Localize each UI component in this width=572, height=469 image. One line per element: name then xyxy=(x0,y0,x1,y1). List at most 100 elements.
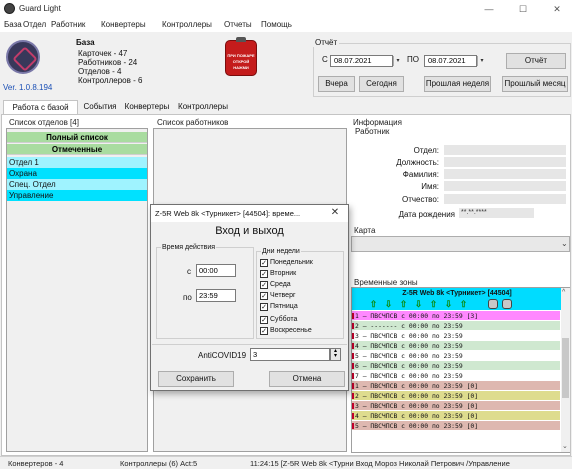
arrow-down-icon[interactable]: ⇩ xyxy=(414,300,423,309)
anticovid-label: AntiCOVID19 xyxy=(198,351,247,360)
to-date-dropdown-icon[interactable]: ▾ xyxy=(477,56,486,66)
timezone-row[interactable]: 3 – ПВСЧПСВ с 00:00 по 23:59 [0] xyxy=(352,401,560,411)
info-label-birthdate: Дата рождения xyxy=(398,210,455,219)
yesterday-button[interactable]: Вчера xyxy=(318,76,355,92)
timezone-row[interactable]: 2 – ------- с 00:00 по 23:59 xyxy=(352,321,560,331)
timezone-row[interactable]: 4 – ПВСЧПСВ с 00:00 по 23:59 xyxy=(352,341,560,351)
weekday-label: Вторник xyxy=(270,270,297,277)
tab-controllers[interactable]: Контроллеры xyxy=(174,100,232,114)
info-label-firstname: Имя: xyxy=(421,182,439,191)
info-label-patronymic: Отчество: xyxy=(402,195,439,204)
info-label-department: Отдел: xyxy=(413,146,439,155)
checkbox-thursday[interactable]: ✓ xyxy=(260,292,268,300)
weekday-label: Воскресенье xyxy=(270,327,312,334)
timezone-row[interactable]: 2 – ПВСЧПСВ с 00:00 по 23:59 [0] xyxy=(352,391,560,401)
timezone-row[interactable]: 3 – ПВСЧПСВ с 00:00 по 23:59 xyxy=(352,331,560,341)
checkbox-wednesday[interactable]: ✓ xyxy=(260,281,268,289)
workers-caption: Список работников xyxy=(157,118,229,127)
action-time-title: Время действия xyxy=(161,244,217,251)
from-date-dropdown-icon[interactable]: ▾ xyxy=(393,56,402,66)
checkbox-tuesday[interactable]: ✓ xyxy=(260,270,268,278)
timezone-row[interactable]: 4 – ПВСЧПСВ с 00:00 по 23:59 [0] xyxy=(352,411,560,421)
department-item[interactable]: Отдел 1 xyxy=(7,157,147,168)
time-to-label: по xyxy=(183,293,192,302)
timezone-row[interactable]: 6 – ПВСЧПСВ с 00:00 по 23:59 xyxy=(352,361,560,371)
window-title: Guard Light xyxy=(19,4,61,13)
report-button[interactable]: Отчёт xyxy=(506,53,566,69)
version-label: Ver. 1.0.8.194 xyxy=(3,83,53,92)
menu-reports[interactable]: Отчеты xyxy=(224,20,252,29)
timezones-scroll-thumb[interactable] xyxy=(562,338,569,398)
map-chevron-down-icon[interactable]: ⌄ xyxy=(561,239,568,248)
time-from-label: с xyxy=(187,267,191,276)
timezone-row[interactable]: 1 – ПВСЧПСВ с 00:00 по 23:59 [0] xyxy=(352,381,560,391)
full-list-button[interactable]: Полный список xyxy=(7,132,147,143)
report-from-date[interactable]: 08.07.2021 xyxy=(330,55,393,67)
map-select[interactable] xyxy=(351,236,570,252)
last-week-button[interactable]: Прошлая неделя xyxy=(424,76,491,92)
report-to-date[interactable]: 08.07.2021 xyxy=(424,55,477,67)
tab-converters[interactable]: Конвертеры xyxy=(121,100,173,114)
weekdays-title: Дни недели xyxy=(261,248,301,255)
square-button-icon[interactable] xyxy=(502,299,512,309)
info-value-firstname xyxy=(444,181,566,191)
timezones-controller-name: Z-5R Web 8k <Турникет> [44504] xyxy=(402,290,512,297)
dialog-close-button[interactable]: ✕ xyxy=(327,206,343,220)
timezone-row[interactable]: 7 – ПВСЧПСВ с 00:00 по 23:59 xyxy=(352,371,560,381)
today-button[interactable]: Сегодня xyxy=(359,76,404,92)
info-value-birthdate: **.**.**** xyxy=(459,208,534,218)
arrow-up-icon[interactable]: ⇧ xyxy=(429,300,438,309)
close-button[interactable]: ✕ xyxy=(546,2,568,16)
department-item[interactable]: Спец. Отдел xyxy=(7,179,147,190)
time-from-input[interactable]: 00:00 xyxy=(196,264,236,277)
timezone-row[interactable]: 1 – ПВСЧПСВ с 00:00 по 23:59 [3] xyxy=(352,311,560,321)
report-group-title: Отчёт xyxy=(313,38,340,47)
weekday-label: Суббота xyxy=(270,316,298,323)
checkbox-sunday[interactable]: ✓ xyxy=(260,327,268,335)
cancel-button[interactable]: Отмена xyxy=(269,371,345,387)
menu-help[interactable]: Помощь xyxy=(261,20,292,29)
info-value-patronymic xyxy=(444,194,566,204)
arrow-down-icon[interactable]: ⇩ xyxy=(384,300,393,309)
menu-controllers[interactable]: Контроллеры xyxy=(162,20,212,29)
menu-converters[interactable]: Конвертеры xyxy=(101,20,146,29)
last-month-button[interactable]: Прошлый месяц xyxy=(502,76,568,92)
guard-logo xyxy=(6,40,40,74)
scroll-up-icon[interactable]: ^ xyxy=(562,289,565,296)
menu-database[interactable]: База xyxy=(4,20,22,29)
minimize-button[interactable]: — xyxy=(478,2,500,16)
weekday-label: Четверг xyxy=(270,292,296,299)
scroll-down-icon[interactable]: ⌄ xyxy=(562,442,568,450)
save-button[interactable]: Сохранить xyxy=(158,371,234,387)
checkbox-saturday[interactable]: ✓ xyxy=(260,316,268,324)
checkbox-monday[interactable]: ✓ xyxy=(260,259,268,267)
anticovid-spinner-icon[interactable]: ▴ ▾ xyxy=(330,348,341,361)
info-label-position: Должность: xyxy=(396,158,439,167)
status-controllers: Контроллеры (6) Act:5 xyxy=(120,459,198,468)
timezone-row[interactable]: 5 – ПВСЧПСВ с 00:00 по 23:59 [0] xyxy=(352,421,560,431)
menu-department[interactable]: Отдел xyxy=(23,20,46,29)
dialog-divider xyxy=(152,344,347,345)
department-item[interactable]: Управление xyxy=(7,190,147,201)
timezone-row[interactable]: 5 – ПВСЧПСВ с 00:00 по 23:59 xyxy=(352,351,560,361)
arrow-down-icon[interactable]: ⇩ xyxy=(444,300,453,309)
department-item[interactable]: Охрана xyxy=(7,168,147,179)
arrow-up-icon[interactable]: ⇧ xyxy=(399,300,408,309)
tab-events[interactable]: События xyxy=(80,100,120,114)
menu-worker[interactable]: Работник xyxy=(51,20,85,29)
checkbox-friday[interactable]: ✓ xyxy=(260,303,268,311)
info-value-position xyxy=(444,157,566,167)
fire-exit-device-image: ПРИ ПОЖАРЕ ОТКРОЙ НАЖМИ xyxy=(225,37,257,76)
anticovid-input[interactable]: 3 xyxy=(250,348,330,361)
time-to-input[interactable]: 23:59 xyxy=(196,289,236,302)
arrow-up-icon[interactable]: ⇧ xyxy=(459,300,468,309)
status-last-event: 11:24:15 [Z-5R Web 8k <Турни Вход Мороз … xyxy=(250,459,510,468)
marked-list-button[interactable]: Отмеченные xyxy=(7,144,147,155)
device-label-line1: ПРИ ПОЖАРЕ xyxy=(227,53,255,58)
db-stat-departments: Отделов - 4 xyxy=(78,67,122,76)
tab-database[interactable]: Работа с базой xyxy=(3,100,78,114)
arrow-up-icon[interactable]: ⇧ xyxy=(369,300,378,309)
square-button-icon[interactable] xyxy=(488,299,498,309)
report-to-label: ПО xyxy=(407,55,419,64)
maximize-button[interactable]: ☐ xyxy=(512,2,534,16)
